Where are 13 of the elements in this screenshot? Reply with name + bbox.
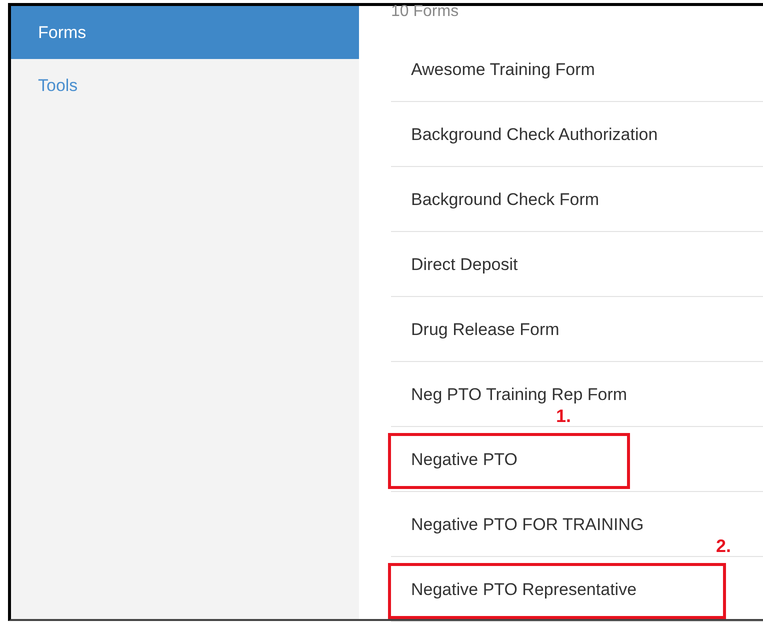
form-link[interactable]: Negative PTO Representative [411,577,637,603]
form-link[interactable]: Background Check Form [411,187,600,213]
sidebar-item[interactable]: Forms [11,6,359,59]
form-link[interactable]: Direct Deposit [411,252,518,278]
form-count: 10 Forms [391,4,460,22]
form-link[interactable]: Awesome Training Form [411,57,595,83]
form-link[interactable]: Neg PTO Training Rep Form [411,382,628,408]
form-link[interactable]: Negative PTO FOR TRAINING [411,512,644,538]
callout-number: 1. [556,405,572,428]
form-link[interactable]: Negative PTO [411,447,518,473]
form-link[interactable]: Background Check Authorization [411,122,658,148]
callout-number: 2. [716,535,732,558]
form-link[interactable]: Drug Release Form [411,317,560,343]
